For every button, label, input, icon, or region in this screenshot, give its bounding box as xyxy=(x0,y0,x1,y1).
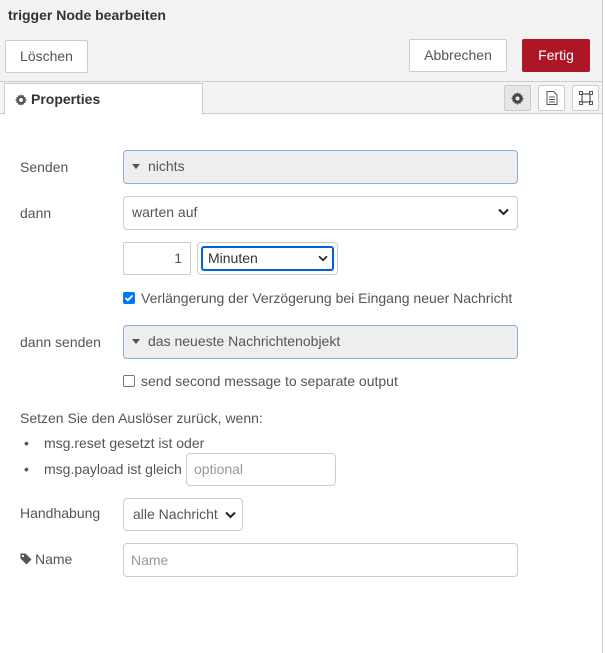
name-placeholder: Name xyxy=(131,552,169,568)
gear-icon xyxy=(15,94,27,106)
reset-item-2: msg.payload ist gleich xyxy=(44,461,182,477)
bullet-icon: • xyxy=(24,461,29,477)
done-button[interactable]: Fertig xyxy=(522,39,590,72)
chevron-down-icon xyxy=(318,255,328,262)
reset-item-1: msg.reset gesetzt ist oder xyxy=(44,435,205,451)
bullet-icon: • xyxy=(24,435,29,451)
duration-unit-select[interactable]: Minuten xyxy=(201,246,334,271)
handling-select[interactable]: alle Nachricht xyxy=(123,498,243,531)
then-value: warten auf xyxy=(132,204,198,220)
tab-bar: Properties xyxy=(0,82,603,115)
caret-down-icon xyxy=(132,164,140,169)
chevron-down-icon xyxy=(225,511,236,519)
handling-label: Handhabung xyxy=(20,505,101,521)
then-select[interactable]: warten auf xyxy=(123,196,518,230)
duration-unit-wrapper: Minuten xyxy=(197,242,338,275)
reset-payload-input[interactable]: optional xyxy=(186,453,336,486)
handling-value: alle Nachricht xyxy=(133,506,218,522)
then-send-label: dann senden xyxy=(20,334,101,350)
chevron-down-icon xyxy=(498,208,509,216)
then-label: dann xyxy=(20,205,52,221)
send-typed-input[interactable]: nichts xyxy=(123,150,518,184)
description-tab-button[interactable] xyxy=(538,85,565,111)
cancel-button[interactable]: Abbrechen xyxy=(409,39,507,72)
second-output-label: send second message to separate output xyxy=(141,373,398,389)
delete-button[interactable]: Löschen xyxy=(5,40,88,73)
properties-panel: Senden nichts dann warten auf 1 Minuten … xyxy=(0,114,603,653)
send-label: Senden xyxy=(20,159,69,175)
name-label-wrapper: Name xyxy=(20,551,72,567)
dialog-title: trigger Node bearbeiten xyxy=(0,0,603,30)
gear-icon xyxy=(511,91,524,105)
extend-delay-checkbox[interactable] xyxy=(123,292,135,304)
name-input[interactable]: Name xyxy=(123,543,518,577)
duration-unit-value: Minuten xyxy=(208,250,258,266)
second-output-checkbox[interactable] xyxy=(123,375,135,387)
then-send-value: das neueste Nachrichtenobjekt xyxy=(148,333,341,349)
caret-down-icon xyxy=(132,339,140,344)
document-icon xyxy=(546,91,557,105)
appearance-tab-button[interactable] xyxy=(572,85,599,111)
settings-tab-button[interactable] xyxy=(504,85,531,111)
reset-heading: Setzen Sie den Auslöser zurück, wenn: xyxy=(20,410,263,426)
name-label: Name xyxy=(35,551,73,567)
tag-icon xyxy=(20,553,32,565)
checkmark-icon xyxy=(124,294,134,302)
duration-input[interactable]: 1 xyxy=(123,242,191,275)
dialog-toolbar: Löschen Abbrechen Fertig xyxy=(0,30,603,82)
reset-payload-placeholder: optional xyxy=(194,461,244,477)
then-send-typed-input[interactable]: das neueste Nachrichtenobjekt xyxy=(123,325,518,359)
tab-properties[interactable]: Properties xyxy=(4,83,203,115)
frame-icon xyxy=(578,91,593,105)
tab-properties-label: Properties xyxy=(31,91,101,107)
send-value: nichts xyxy=(148,158,185,174)
extend-delay-label: Verlängerung der Verzögerung bei Eingang… xyxy=(141,290,513,306)
